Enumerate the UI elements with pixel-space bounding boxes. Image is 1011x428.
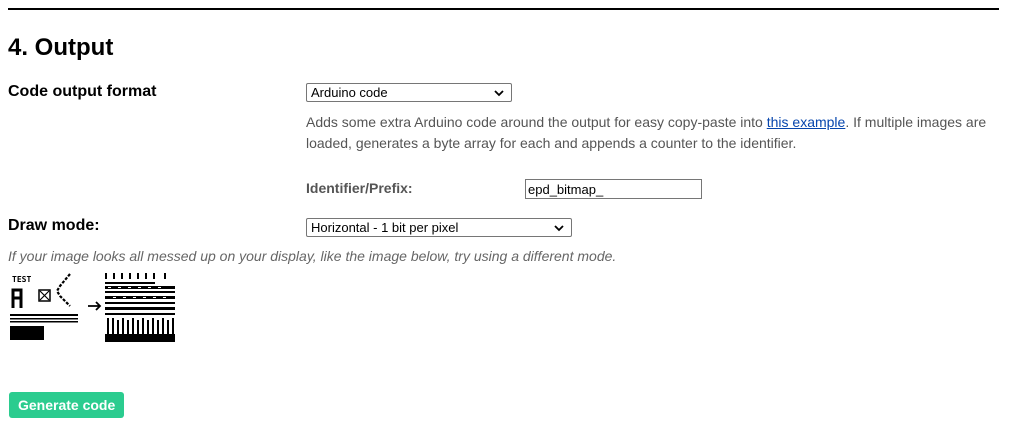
draw-mode-example-image: TEST bbox=[10, 273, 175, 342]
code-output-format-label: Code output format bbox=[8, 83, 157, 100]
draw-mode-label: Draw mode: bbox=[8, 217, 100, 234]
identifier-prefix-input[interactable] bbox=[525, 179, 702, 199]
code-output-format-select[interactable]: Arduino code bbox=[306, 83, 512, 102]
draw-mode-value: Horizontal - 1 bit per pixel bbox=[311, 220, 459, 235]
chevron-down-icon bbox=[554, 225, 564, 232]
draw-mode-select[interactable]: Horizontal - 1 bit per pixel bbox=[306, 218, 572, 237]
generate-code-button[interactable]: Generate code bbox=[9, 392, 125, 418]
section-title: 4. Output bbox=[8, 34, 114, 61]
code-output-format-value: Arduino code bbox=[311, 85, 388, 100]
code-output-description: Adds some extra Arduino code around the … bbox=[306, 112, 996, 154]
section-divider bbox=[8, 8, 999, 10]
draw-mode-note: If your image looks all messed up on you… bbox=[8, 248, 617, 264]
identifier-prefix-label: Identifier/Prefix: bbox=[306, 180, 413, 196]
description-text: Adds some extra Arduino code around the … bbox=[306, 114, 767, 130]
example-test-label: TEST bbox=[12, 275, 31, 284]
chevron-down-icon bbox=[494, 90, 504, 97]
this-example-link[interactable]: this example bbox=[767, 114, 846, 130]
